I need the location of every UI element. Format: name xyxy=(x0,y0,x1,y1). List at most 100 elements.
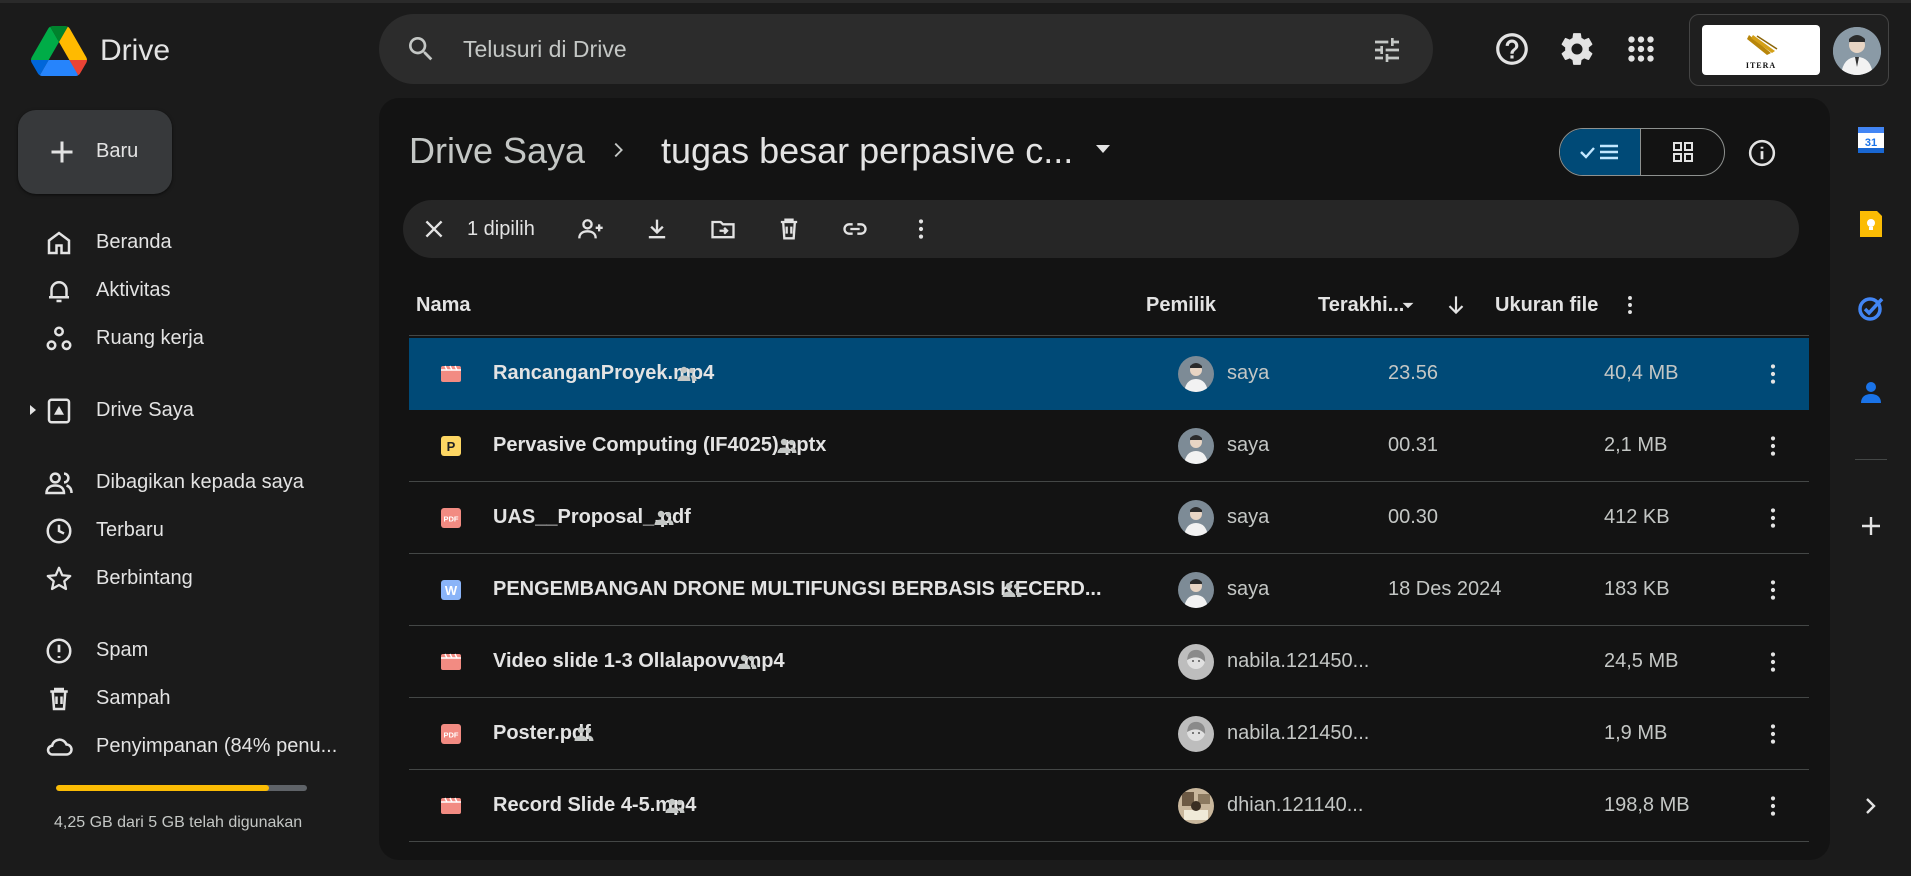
search-icon[interactable] xyxy=(405,33,437,65)
file-table-body: RancanganProyek.mp4 saya 23.56 40,4 MB P Perv… xyxy=(409,338,1809,842)
settings-icon[interactable] xyxy=(1558,30,1596,68)
user-avatar[interactable] xyxy=(1833,27,1881,75)
expand-caret-icon[interactable] xyxy=(28,404,38,416)
sidebar-item-label: Ruang kerja xyxy=(96,327,204,349)
apps-grid-icon[interactable] xyxy=(1622,30,1660,68)
main-panel: Drive Saya tugas besar perpasive c... 1 … xyxy=(379,98,1830,860)
table-row[interactable]: PDF UAS__Proposal_.pdf saya 00.30 412 KB xyxy=(409,482,1809,554)
keep-icon[interactable] xyxy=(1855,208,1887,240)
search-input[interactable] xyxy=(463,32,1263,66)
breadcrumb-root[interactable]: Drive Saya xyxy=(409,130,585,172)
cloud-icon xyxy=(46,738,73,756)
owner-name: dhian.121140... xyxy=(1227,794,1364,816)
file-size: 198,8 MB xyxy=(1604,794,1690,816)
home-icon xyxy=(47,231,71,255)
column-header-name[interactable]: Nama xyxy=(416,294,470,317)
link-icon[interactable] xyxy=(841,215,869,243)
more-vert-icon[interactable] xyxy=(1759,432,1787,460)
sidebar-item-label: Drive Saya xyxy=(96,399,194,421)
more-vert-icon[interactable] xyxy=(1759,720,1787,748)
sidebar-item-aktivitas[interactable]: Aktivitas xyxy=(0,266,370,314)
calendar-icon[interactable]: 31 xyxy=(1855,124,1887,156)
svg-text:PDF: PDF xyxy=(444,731,459,740)
sidebar-item-terbaru[interactable]: Terbaru xyxy=(0,506,370,554)
drive-logo[interactable]: Drive xyxy=(30,26,170,76)
list-view-button[interactable] xyxy=(1560,129,1642,175)
more-vert-icon[interactable] xyxy=(1759,504,1787,532)
expand-panel-icon[interactable] xyxy=(1855,790,1887,822)
shared-icon xyxy=(571,722,597,746)
share-icon[interactable] xyxy=(577,215,605,243)
clock-icon xyxy=(46,518,72,544)
file-size: 412 KB xyxy=(1604,506,1670,528)
last-modified: 00.30 xyxy=(1388,506,1439,528)
move-icon[interactable] xyxy=(709,215,737,243)
more-vert-icon[interactable] xyxy=(1759,360,1787,388)
column-settings-icon[interactable] xyxy=(1617,292,1643,318)
sidebar-item-berbintang[interactable]: Berbintang xyxy=(0,554,370,602)
table-row[interactable]: RancanganProyek.mp4 saya 23.56 40,4 MB xyxy=(409,338,1809,410)
account-switcher[interactable]: ITERA xyxy=(1689,14,1889,86)
app-name: Drive xyxy=(100,34,171,67)
owner-name: nabila.121450... xyxy=(1227,650,1370,672)
table-row[interactable]: W PENGEMBANGAN DRONE MULTIFUNGSI BERBASIS… xyxy=(409,554,1809,626)
column-dropdown-icon[interactable] xyxy=(1395,292,1421,318)
download-icon[interactable] xyxy=(643,215,671,243)
sidebar-item-ruang-kerja[interactable]: Ruang kerja xyxy=(0,314,370,362)
file-size: 1,9 MB xyxy=(1604,722,1668,744)
video-file-icon xyxy=(439,794,463,818)
contacts-icon[interactable] xyxy=(1855,376,1887,408)
trash-icon[interactable] xyxy=(775,215,803,243)
check-list-icon xyxy=(1580,144,1618,160)
info-icon[interactable] xyxy=(1747,138,1777,168)
owner-avatar xyxy=(1178,716,1214,752)
my-drive-icon xyxy=(47,398,71,424)
sidebar-item-beranda[interactable]: Beranda xyxy=(0,218,370,266)
sidebar-item-dibagikan[interactable]: Dibagikan kepada saya xyxy=(0,458,370,506)
spam-icon xyxy=(46,638,72,664)
video-file-icon xyxy=(439,362,463,386)
table-row[interactable]: P Pervasive Computing (IF4025).pptx saya 00… xyxy=(409,410,1809,482)
table-row[interactable]: PDF Poster.pdf nabila.121450... 1,9 MB xyxy=(409,698,1809,770)
shared-icon xyxy=(674,362,700,386)
help-icon[interactable] xyxy=(1493,30,1531,68)
sidebar-item-spam[interactable]: Spam xyxy=(0,626,370,674)
search-bar[interactable] xyxy=(379,14,1433,84)
owner-name: saya xyxy=(1227,506,1270,528)
add-addon-icon[interactable] xyxy=(1855,510,1887,542)
sidebar-item-label: Beranda xyxy=(96,231,172,253)
more-vert-icon[interactable] xyxy=(1759,792,1787,820)
owner-avatar xyxy=(1178,644,1214,680)
sidebar-item-sampah[interactable]: Sampah xyxy=(0,674,370,722)
folder-menu-dropdown-icon[interactable] xyxy=(1091,142,1115,158)
owner-avatar xyxy=(1178,500,1214,536)
sidebar-item-drive-saya[interactable]: Drive Saya xyxy=(0,386,370,434)
new-button[interactable]: Baru xyxy=(18,110,172,194)
owner-avatar xyxy=(1178,428,1214,464)
slides-file-icon: P xyxy=(439,434,463,458)
selection-count: 1 dipilih xyxy=(467,218,535,240)
people-icon xyxy=(45,472,73,495)
clear-selection-icon[interactable] xyxy=(421,216,447,242)
view-toggle xyxy=(1559,128,1725,176)
sidebar-item-label: Sampah xyxy=(96,687,171,709)
pdf-file-icon: PDF xyxy=(439,722,463,746)
svg-text:PDF: PDF xyxy=(444,515,459,524)
more-vert-icon[interactable] xyxy=(907,215,935,243)
tasks-icon[interactable] xyxy=(1855,292,1887,324)
sidebar-item-penyimpanan[interactable]: Penyimpanan (84% penu... xyxy=(0,722,370,770)
file-size: 183 KB xyxy=(1604,578,1670,600)
search-options-icon[interactable] xyxy=(1371,34,1403,66)
file-size: 2,1 MB xyxy=(1604,434,1668,456)
more-vert-icon[interactable] xyxy=(1759,648,1787,676)
table-row[interactable]: Record Slide 4-5.mp4 dhian.121140... 198,8… xyxy=(409,770,1809,842)
sort-arrow-down-icon[interactable] xyxy=(1443,292,1469,318)
column-header-size[interactable]: Ukuran file xyxy=(1495,294,1598,317)
breadcrumb-current-folder[interactable]: tugas besar perpasive c... xyxy=(661,130,1073,172)
table-row[interactable]: Video slide 1-3 Ollalapovv.mp4 nabila.121… xyxy=(409,626,1809,698)
more-vert-icon[interactable] xyxy=(1759,576,1787,604)
grid-view-button[interactable] xyxy=(1641,129,1724,175)
column-header-owner[interactable]: Pemilik xyxy=(1146,294,1216,317)
plus-icon xyxy=(51,141,73,163)
column-header-modified[interactable]: Terakhi... xyxy=(1318,294,1404,317)
